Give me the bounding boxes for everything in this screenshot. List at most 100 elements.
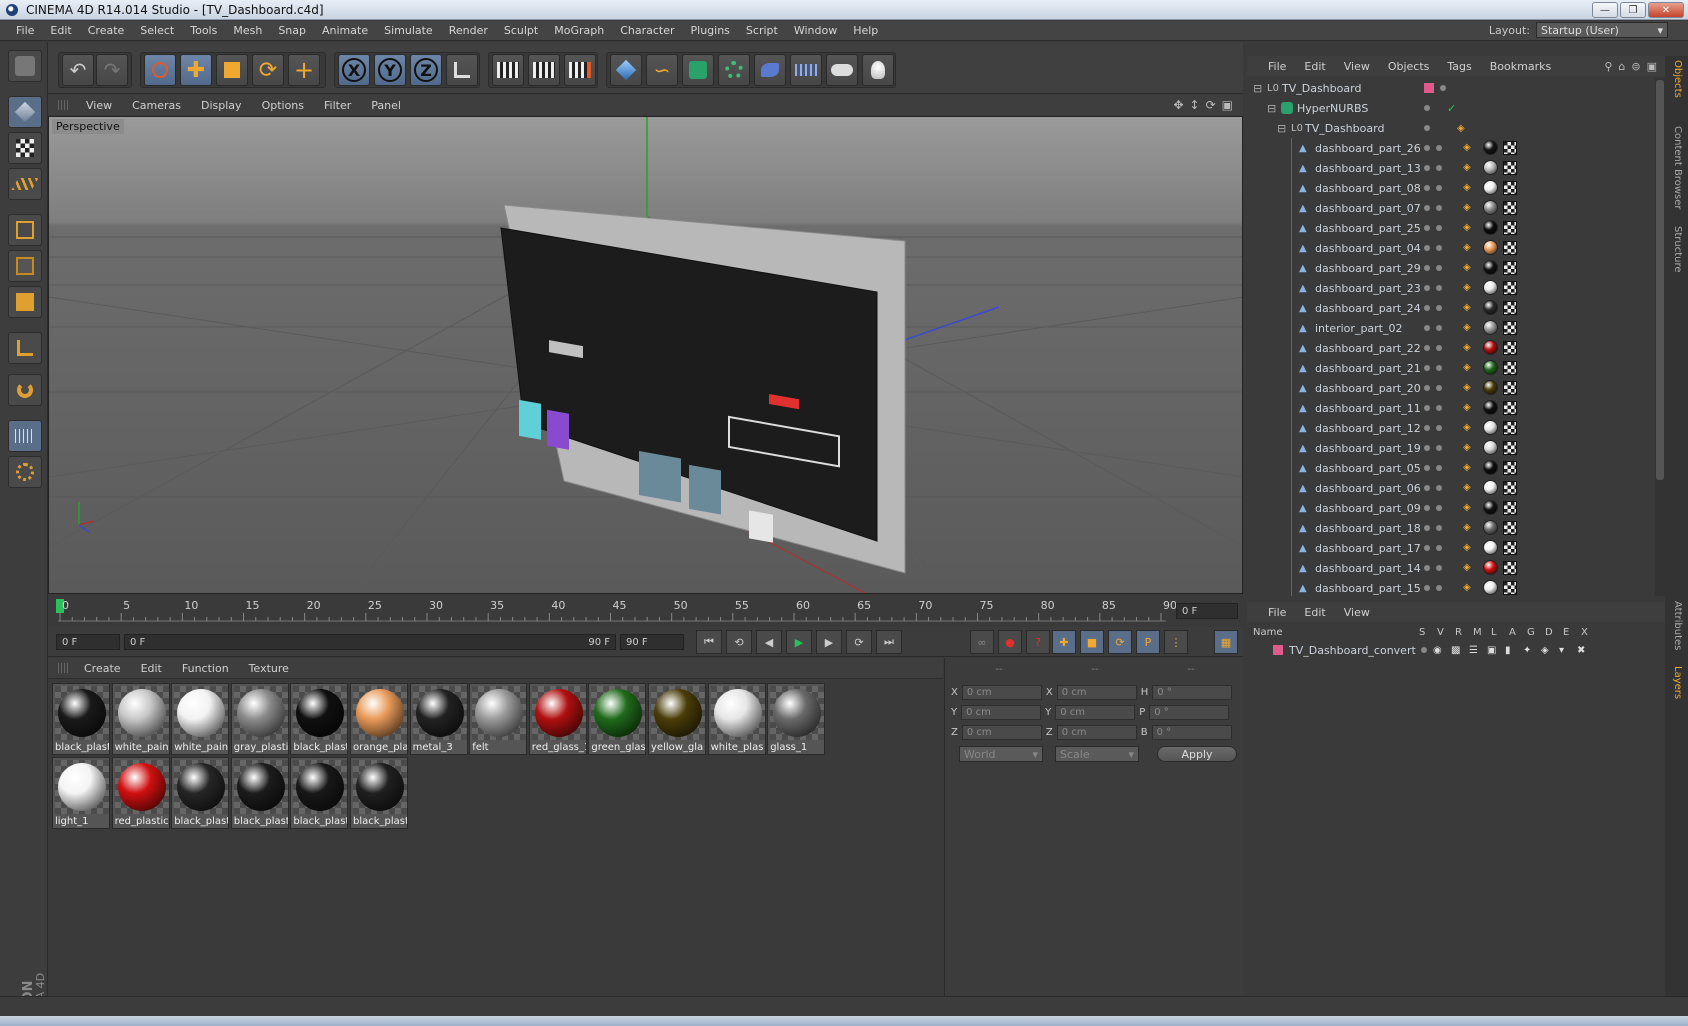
manager-icon[interactable]: ☰ <box>1469 645 1478 656</box>
material-tag-icon[interactable] <box>1483 580 1498 595</box>
material-tag-icon[interactable] <box>1483 300 1498 315</box>
position-x-field[interactable]: 0 cm <box>961 684 1042 700</box>
phong-tag-icon[interactable]: ◈ <box>1463 562 1475 574</box>
object-row[interactable]: ▲ dashboard_part_19 ◈ <box>1247 438 1655 458</box>
preview-range-slider[interactable]: 0 F 90 F <box>124 634 616 650</box>
menu-create[interactable]: Create <box>80 24 133 37</box>
objects-menu-tags[interactable]: Tags <box>1438 60 1480 73</box>
generator-icon[interactable]: ✦ <box>1523 645 1531 656</box>
add-cube-button[interactable] <box>610 54 642 86</box>
visibility-dot[interactable] <box>1424 485 1430 491</box>
move-tool-button[interactable]: ✚ <box>180 54 212 86</box>
material-swatch[interactable]: black_plast <box>230 757 289 829</box>
material-tag-icon[interactable] <box>1483 340 1498 355</box>
layers-menu-view[interactable]: View <box>1335 606 1379 619</box>
object-row[interactable]: ▲ dashboard_part_09 ◈ <box>1247 498 1655 518</box>
material-tag-icon[interactable] <box>1483 520 1498 535</box>
material-tag-icon[interactable] <box>1483 440 1498 455</box>
expand-toggle-icon[interactable]: ⊟ <box>1253 82 1262 95</box>
material-swatch[interactable]: black_plast <box>290 757 349 829</box>
z-axis-button[interactable]: Z <box>410 54 442 86</box>
visibility-dot[interactable] <box>1424 285 1430 291</box>
maximize-button[interactable]: ❐ <box>1620 2 1646 18</box>
object-row[interactable]: ▲ dashboard_part_04 ◈ <box>1247 238 1655 258</box>
object-list-scrollbar[interactable] <box>1655 78 1665 596</box>
menu-help[interactable]: Help <box>845 24 886 37</box>
go-to-end-button[interactable]: ⏭ <box>876 630 902 654</box>
object-row[interactable]: ▲ dashboard_part_17 ◈ <box>1247 538 1655 558</box>
uvw-tag-icon[interactable] <box>1503 461 1517 475</box>
render-dot[interactable] <box>1436 265 1442 271</box>
object-row[interactable]: ▲ dashboard_part_23 ◈ <box>1247 278 1655 298</box>
layers-menu-edit[interactable]: Edit <box>1295 606 1334 619</box>
object-row[interactable]: ▲ dashboard_part_29 ◈ <box>1247 258 1655 278</box>
key-rotation-button[interactable]: ⟳ <box>1108 630 1132 654</box>
visibility-dot[interactable] <box>1424 165 1430 171</box>
uvw-tag-icon[interactable] <box>1503 401 1517 415</box>
material-tag-icon[interactable] <box>1483 400 1498 415</box>
x-axis-button[interactable]: X <box>338 54 370 86</box>
material-swatch[interactable]: red_glass_1 <box>528 683 587 755</box>
phong-tag-icon[interactable]: ◈ <box>1463 542 1475 554</box>
material-tag-icon[interactable] <box>1483 140 1498 155</box>
autokey-button[interactable]: ? <box>1026 630 1050 654</box>
object-row[interactable]: ▲ dashboard_part_13 ◈ <box>1247 158 1655 178</box>
object-row[interactable]: ▲ dashboard_part_25 ◈ <box>1247 218 1655 238</box>
object-row[interactable]: ▲ dashboard_part_14 ◈ <box>1247 558 1655 578</box>
deformer-icon[interactable]: ◈ <box>1541 645 1549 656</box>
render-dot[interactable] <box>1436 545 1442 551</box>
material-tag-icon[interactable] <box>1483 160 1498 175</box>
phong-tag-icon[interactable]: ◈ <box>1463 262 1475 274</box>
collapse-icon[interactable]: ⊜ <box>1631 60 1640 73</box>
rotation-h-field[interactable]: 0 ° <box>1152 684 1233 700</box>
add-floor-button[interactable] <box>790 54 822 86</box>
objects-menu-edit[interactable]: Edit <box>1295 60 1334 73</box>
transform-mode-select[interactable]: Scale ▾ <box>1055 746 1139 762</box>
phong-tag-icon[interactable]: ◈ <box>1463 282 1475 294</box>
size-z-field[interactable]: 0 cm <box>1056 724 1137 740</box>
rotation-p-field[interactable]: 0 ° <box>1149 704 1230 720</box>
phong-tag-icon[interactable]: ◈ <box>1463 202 1475 214</box>
position-z-field[interactable]: 0 cm <box>961 724 1042 740</box>
add-spline-button[interactable]: ∽ <box>646 54 678 86</box>
menu-mograph[interactable]: MoGraph <box>546 24 612 37</box>
object-row[interactable]: ▲ dashboard_part_06 ◈ <box>1247 478 1655 498</box>
material-tag-icon[interactable] <box>1483 420 1498 435</box>
key-pla-button[interactable]: ⋮ <box>1164 630 1188 654</box>
tab-attributes[interactable]: Attributes <box>1669 601 1683 650</box>
visibility-dot[interactable] <box>1424 185 1430 191</box>
layer-solo-toggle[interactable] <box>1421 647 1427 653</box>
visibility-dot[interactable] <box>1424 505 1430 511</box>
object-row-root[interactable]: ⊟ L0 TV_Dashboard <box>1247 78 1655 98</box>
apply-button[interactable]: Apply <box>1157 746 1237 762</box>
start-frame-field[interactable]: 0 F <box>56 634 120 650</box>
point-mode-button[interactable] <box>8 214 42 246</box>
render-dot[interactable] <box>1436 445 1442 451</box>
menu-select[interactable]: Select <box>132 24 182 37</box>
previous-frame-button[interactable]: ◀ <box>756 630 782 654</box>
phong-tag-icon[interactable]: ◈ <box>1463 442 1475 454</box>
object-row[interactable]: ▲ dashboard_part_21 ◈ <box>1247 358 1655 378</box>
material-swatch[interactable]: felt <box>469 683 528 755</box>
object-row-group[interactable]: ⊟ L0 TV_Dashboard ◈ <box>1247 118 1655 138</box>
menu-simulate[interactable]: Simulate <box>376 24 441 37</box>
material-swatch[interactable]: yellow_gla <box>648 683 706 755</box>
phong-tag-icon[interactable]: ◈ <box>1463 322 1475 334</box>
lock-icon[interactable]: ▣ <box>1487 645 1496 656</box>
add-camera-button[interactable] <box>826 54 858 86</box>
material-swatch[interactable]: black_plast <box>52 683 110 755</box>
render-icon[interactable]: ▩ <box>1451 645 1460 656</box>
material-tag-icon[interactable] <box>1483 480 1498 495</box>
play-button[interactable]: ▶ <box>786 630 812 654</box>
layer-row[interactable]: TV_Dashboard_convert ◉ ▩ ☰ ▣ ▮ ✦ ◈ ▾ ✖ <box>1247 640 1655 660</box>
tab-layers[interactable]: Layers <box>1669 666 1683 699</box>
polygon-mode-button[interactable] <box>8 286 42 318</box>
render-dot[interactable] <box>1436 305 1442 311</box>
uvw-tag-icon[interactable] <box>1503 481 1517 495</box>
eye-icon[interactable]: ◉ <box>1433 645 1442 656</box>
uvw-tag-icon[interactable] <box>1503 441 1517 455</box>
render-dot[interactable] <box>1436 145 1442 151</box>
material-tag-icon[interactable] <box>1483 360 1498 375</box>
snap-button[interactable] <box>8 374 42 406</box>
current-frame-field[interactable]: 0 F <box>1176 603 1238 619</box>
